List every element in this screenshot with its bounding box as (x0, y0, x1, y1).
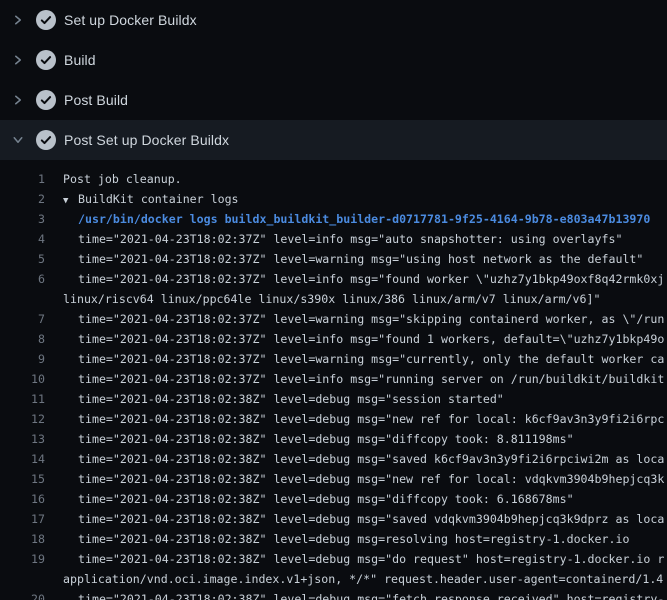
step-row-set-up-docker-buildx[interactable]: Set up Docker Buildx (0, 0, 667, 40)
log-line: 20 time="2021-04-23T18:02:38Z" level=debu… (0, 589, 667, 600)
caret-down-icon: ▼ (63, 191, 78, 211)
line-number (0, 569, 45, 589)
log-text: time="2021-04-23T18:02:38Z" level=debug … (78, 469, 664, 489)
log-line: 11 time="2021-04-23T18:02:38Z" level=debu… (0, 389, 667, 409)
log-text: time="2021-04-23T18:02:38Z" level=debug … (78, 549, 664, 569)
check-circle-icon (36, 50, 56, 70)
step-row-post-set-up-docker-buildx[interactable]: Post Set up Docker Buildx (0, 120, 667, 160)
line-number[interactable]: 12 (0, 409, 45, 429)
line-number[interactable]: 4 (0, 229, 45, 249)
log-text: time="2021-04-23T18:02:37Z" level=info m… (78, 229, 622, 249)
line-number[interactable]: 3 (0, 209, 45, 229)
log-text: application/vnd.oci.image.index.v1+json,… (63, 569, 663, 589)
check-circle-icon (36, 130, 56, 150)
log-line: 15 time="2021-04-23T18:02:38Z" level=debu… (0, 469, 667, 489)
log-line: 8 time="2021-04-23T18:02:37Z" level=info … (0, 329, 667, 349)
line-number (0, 289, 45, 309)
log-line: 9 time="2021-04-23T18:02:37Z" level=warni… (0, 349, 667, 369)
line-number[interactable]: 1 (0, 169, 45, 189)
chevron-right-icon (12, 94, 24, 106)
log-line: 1 Post job cleanup. (0, 169, 667, 189)
log-text: time="2021-04-23T18:02:38Z" level=debug … (78, 429, 574, 449)
log-text: time="2021-04-23T18:02:38Z" level=debug … (78, 509, 664, 529)
log-line: linux/riscv64 linux/ppc64le linux/s390x … (0, 289, 667, 309)
line-number[interactable]: 8 (0, 329, 45, 349)
log-line: application/vnd.oci.image.index.v1+json,… (0, 569, 667, 589)
log-line: 13 time="2021-04-23T18:02:38Z" level=debu… (0, 429, 667, 449)
log-line: 14 time="2021-04-23T18:02:38Z" level=debu… (0, 449, 667, 469)
check-circle-icon (36, 90, 56, 110)
line-number[interactable]: 15 (0, 469, 45, 489)
log-group-title: BuildKit container logs (78, 192, 239, 206)
log-text: time="2021-04-23T18:02:37Z" level=warnin… (78, 309, 664, 329)
step-row-post-build[interactable]: Post Build (0, 80, 667, 120)
command-text: /usr/bin/docker logs buildx_buildkit_bui… (78, 209, 650, 229)
step-list: Set up Docker Buildx Build Post Build (0, 0, 667, 160)
log-group-toggle[interactable]: 2 ▼BuildKit container logs (0, 189, 667, 209)
step-label: Build (64, 52, 96, 68)
line-number[interactable]: 16 (0, 489, 45, 509)
log-line: 7 time="2021-04-23T18:02:37Z" level=warni… (0, 309, 667, 329)
line-number[interactable]: 9 (0, 349, 45, 369)
step-row-build[interactable]: Build (0, 40, 667, 80)
step-label: Post Build (64, 92, 128, 108)
log-text: time="2021-04-23T18:02:37Z" level=info m… (78, 329, 664, 349)
step-label: Set up Docker Buildx (64, 12, 197, 28)
log-text: time="2021-04-23T18:02:37Z" level=warnin… (78, 349, 664, 369)
line-number[interactable]: 11 (0, 389, 45, 409)
log-text: time="2021-04-23T18:02:37Z" level=info m… (78, 269, 664, 289)
log-line: 6 time="2021-04-23T18:02:37Z" level=info … (0, 269, 667, 289)
log-line: 12 time="2021-04-23T18:02:38Z" level=debu… (0, 409, 667, 429)
log-line: 3/usr/bin/docker logs buildx_buildkit_bu… (0, 209, 667, 229)
log-text: linux/riscv64 linux/ppc64le linux/s390x … (63, 289, 600, 309)
log-panel: 1 Post job cleanup. 2 ▼BuildKit container l… (0, 160, 667, 600)
line-number[interactable]: 20 (0, 589, 45, 600)
chevron-right-icon (12, 54, 24, 66)
log-text: time="2021-04-23T18:02:37Z" level=warnin… (78, 249, 643, 269)
line-number[interactable]: 17 (0, 509, 45, 529)
log-line: 17 time="2021-04-23T18:02:38Z" level=debu… (0, 509, 667, 529)
log-text: time="2021-04-23T18:02:37Z" level=info m… (78, 369, 664, 389)
chevron-down-icon (12, 134, 24, 146)
line-number[interactable]: 14 (0, 449, 45, 469)
log-line: 19 time="2021-04-23T18:02:38Z" level=debu… (0, 549, 667, 569)
line-number[interactable]: 2 (0, 189, 45, 209)
log-text: time="2021-04-23T18:02:38Z" level=debug … (78, 409, 664, 429)
line-number[interactable]: 13 (0, 429, 45, 449)
line-number[interactable]: 18 (0, 529, 45, 549)
line-number[interactable]: 10 (0, 369, 45, 389)
log-line: 18 time="2021-04-23T18:02:38Z" level=debu… (0, 529, 667, 549)
check-circle-icon (36, 10, 56, 30)
log-text: Post job cleanup. (63, 169, 182, 189)
log-line: 16 time="2021-04-23T18:02:38Z" level=debu… (0, 489, 667, 509)
log-text: time="2021-04-23T18:02:38Z" level=debug … (78, 589, 664, 600)
log-line: 4 time="2021-04-23T18:02:37Z" level=info … (0, 229, 667, 249)
log-text: time="2021-04-23T18:02:38Z" level=debug … (78, 529, 629, 549)
log-text: time="2021-04-23T18:02:38Z" level=debug … (78, 389, 504, 409)
log-line: 5 time="2021-04-23T18:02:37Z" level=warni… (0, 249, 667, 269)
log-line: 10 time="2021-04-23T18:02:37Z" level=info… (0, 369, 667, 389)
log-text: time="2021-04-23T18:02:38Z" level=debug … (78, 449, 664, 469)
line-number[interactable]: 19 (0, 549, 45, 569)
log-text: time="2021-04-23T18:02:38Z" level=debug … (78, 489, 574, 509)
actions-log-viewer: Set up Docker Buildx Build Post Build (0, 0, 667, 600)
line-number[interactable]: 5 (0, 249, 45, 269)
chevron-right-icon (12, 14, 24, 26)
step-label: Post Set up Docker Buildx (64, 132, 229, 148)
line-number[interactable]: 6 (0, 269, 45, 289)
line-number[interactable]: 7 (0, 309, 45, 329)
